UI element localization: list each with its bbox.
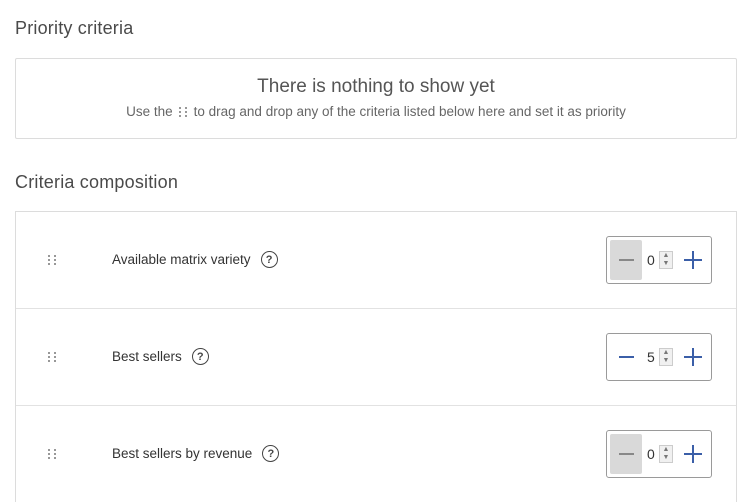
minus-icon — [618, 453, 634, 455]
minus-icon — [618, 356, 634, 358]
hint-after: to drag and drop any of the criteria lis… — [193, 104, 626, 119]
criteria-label-text: Best sellers by revenue — [112, 446, 253, 461]
spin-arrows-icon[interactable]: ▲ ▼ — [659, 251, 673, 269]
criteria-label-text: Available matrix variety — [112, 252, 251, 267]
plus-icon[interactable] — [683, 250, 703, 270]
decrement-button[interactable] — [610, 434, 642, 474]
help-circle-icon[interactable]: ? — [262, 445, 280, 462]
drag-handle-icon[interactable] — [48, 449, 57, 459]
drag-handle-icon — [178, 106, 188, 117]
criteria-list: Available matrix variety ? 0 ▲ ▼ Best sel… — [15, 211, 737, 502]
criteria-row: Best sellers by revenue ? 0 ▲ ▼ — [16, 406, 736, 502]
help-circle-icon[interactable]: ? — [260, 251, 278, 268]
decrement-button[interactable] — [610, 337, 642, 377]
quantity-stepper: 5 ▲ ▼ — [606, 333, 712, 381]
quantity-stepper: 0 ▲ ▼ — [606, 430, 712, 478]
spin-arrows-icon[interactable]: ▲ ▼ — [659, 445, 673, 463]
drag-handle-icon[interactable] — [48, 255, 57, 265]
hint-before: Use the — [126, 104, 173, 119]
empty-state-title: There is nothing to show yet — [257, 76, 495, 97]
decrement-button[interactable] — [610, 240, 642, 280]
criteria-row: Available matrix variety ? 0 ▲ ▼ — [16, 212, 736, 309]
plus-icon[interactable] — [683, 444, 703, 464]
stepper-value[interactable]: 0 — [647, 252, 657, 268]
criteria-label: Available matrix variety ? — [112, 251, 278, 268]
criteria-label: Best sellers by revenue ? — [112, 445, 280, 462]
spin-arrows-icon[interactable]: ▲ ▼ — [659, 348, 673, 366]
priority-dropzone[interactable]: There is nothing to show yet Use the to … — [15, 58, 737, 139]
criteria-label: Best sellers ? — [112, 348, 209, 365]
help-circle-icon[interactable]: ? — [191, 348, 209, 365]
criteria-row: Best sellers ? 5 ▲ ▼ — [16, 309, 736, 406]
plus-icon[interactable] — [683, 347, 703, 367]
priority-criteria-title: Priority criteria — [15, 18, 134, 38]
minus-icon — [618, 259, 634, 261]
criteria-label-text: Best sellers — [112, 349, 182, 364]
empty-state-hint: Use the to drag and drop any of the crit… — [16, 104, 736, 119]
stepper-value[interactable]: 0 — [647, 446, 657, 462]
criteria-composition-title: Criteria composition — [15, 172, 179, 192]
stepper-value[interactable]: 5 — [647, 349, 657, 365]
quantity-stepper: 0 ▲ ▼ — [606, 236, 712, 284]
drag-handle-icon[interactable] — [48, 352, 57, 362]
